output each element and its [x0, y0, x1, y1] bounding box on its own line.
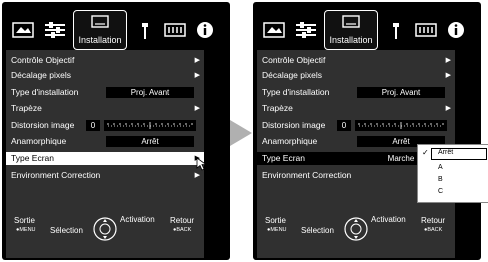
distorsion-value: 0 [337, 120, 351, 131]
chevron-right-icon: ▶ [445, 57, 451, 64]
menu-item-distorsion-image[interactable]: Distorsion image 0 [257, 119, 455, 132]
menu-item-decalage-pixels[interactable]: Décalage pixels ▶ [257, 69, 455, 82]
tab-installation-label: Installation [78, 35, 122, 45]
tab-installation-label: Installation [329, 35, 373, 45]
footer-help: Sortie ●MENU Sélection Activation Retour… [6, 212, 204, 258]
chevron-right-icon: ▶ [194, 72, 200, 79]
wrench-icon[interactable] [132, 18, 158, 42]
dropdown-option-a[interactable]: A [438, 164, 443, 171]
activation-label: Activation [120, 215, 155, 224]
installation-icon [91, 15, 109, 28]
dpad-icon [344, 217, 368, 241]
picture-icon[interactable] [261, 18, 287, 42]
menu-item-decalage-pixels[interactable]: Décalage pixels ▶ [6, 69, 204, 82]
anamorphique-value: Arrêt [106, 136, 194, 147]
sortie-label: Sortie [14, 216, 35, 225]
picture-icon[interactable] [10, 18, 36, 42]
dropdown-option-c[interactable]: C [438, 188, 443, 195]
retour-label: Retour [170, 216, 195, 225]
menu-item-anamorphique[interactable]: Anamorphique Arrêt [6, 135, 204, 148]
distorsion-value: 0 [86, 120, 100, 131]
activation-label: Activation [371, 215, 406, 224]
type-installation-value: Proj. Avant [106, 87, 194, 98]
menu-item-environment-correction[interactable]: Environment Correction▶ [6, 169, 204, 182]
chevron-right-icon: ▶ [445, 72, 451, 79]
transition-arrow-icon [230, 120, 252, 146]
tab-installation[interactable]: Installation [73, 10, 127, 50]
menu-tab-bar: Installation [257, 8, 479, 50]
distorsion-slider[interactable] [355, 120, 447, 131]
back-key-label: ●BACK [173, 227, 192, 233]
sortie-label: Sortie [265, 216, 286, 225]
menu-item-trapeze[interactable]: Trapèze ▶ [6, 102, 204, 115]
menu-item-controle-objectif[interactable]: Contrôle Objectif ▶ [6, 54, 204, 67]
menu-item-type-installation[interactable]: Type d'installation Proj. Avant [6, 86, 204, 99]
installation-icon [342, 15, 360, 28]
chevron-right-icon: ▶ [445, 105, 451, 112]
checkmark-icon: ✓ [422, 148, 429, 157]
selection-label: Sélection [50, 226, 83, 235]
info-icon[interactable] [443, 18, 469, 42]
type-ecran-dropdown: ✓ Arrêt A B C [417, 144, 488, 203]
dpad-icon [93, 217, 117, 241]
selection-label: Sélection [301, 226, 334, 235]
type-ecran-value: Marche [387, 154, 415, 163]
dropdown-option-arret[interactable]: Arrêt [438, 149, 453, 156]
osd-panel-right: Installation Contrôle Objectif ▶ Décalage… [253, 2, 481, 260]
menu-item-type-ecran[interactable]: Type Ecran▶ [6, 152, 204, 165]
menu-item-distorsion-image[interactable]: Distorsion image 0 [6, 119, 204, 132]
input-icon[interactable] [413, 18, 439, 42]
retour-label: Retour [421, 216, 446, 225]
footer-help: Sortie ●MENU Sélection Activation Retour… [257, 212, 455, 258]
dropdown-option-b[interactable]: B [438, 176, 443, 183]
chevron-right-icon: ▶ [194, 105, 200, 112]
osd-panel-left: Installation Contrôle Objectif ▶ Décalage… [2, 2, 230, 260]
wrench-icon[interactable] [383, 18, 409, 42]
sliders-icon[interactable] [42, 18, 68, 42]
menu-item-controle-objectif[interactable]: Contrôle Objectif ▶ [257, 54, 455, 67]
input-icon[interactable] [162, 18, 188, 42]
distorsion-slider[interactable] [104, 120, 196, 131]
menu-item-type-installation[interactable]: Type d'installation Proj. Avant [257, 86, 455, 99]
info-icon[interactable] [192, 18, 218, 42]
menu-tab-bar: Installation [6, 8, 228, 50]
chevron-right-icon: ▶ [194, 172, 200, 179]
menu-key-label: ●MENU [16, 227, 36, 233]
menu-key-label: ●MENU [267, 227, 287, 233]
back-key-label: ●BACK [424, 227, 443, 233]
menu-item-trapeze[interactable]: Trapèze ▶ [257, 102, 455, 115]
chevron-right-icon: ▶ [194, 57, 200, 64]
type-installation-value: Proj. Avant [357, 87, 445, 98]
sliders-icon[interactable] [293, 18, 319, 42]
tab-installation[interactable]: Installation [324, 10, 378, 50]
